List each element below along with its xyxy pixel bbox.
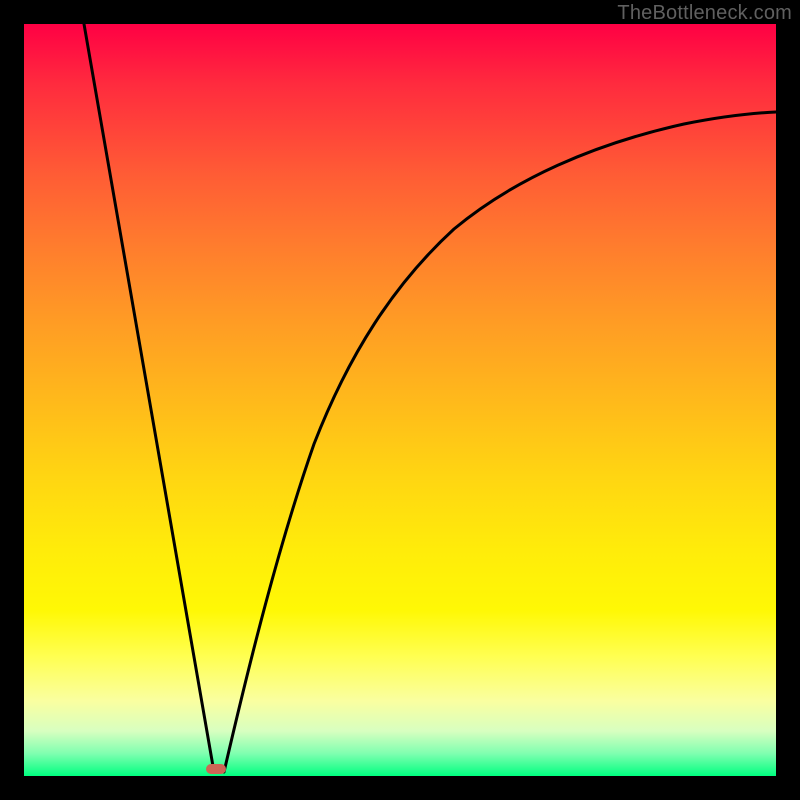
- chart-frame: [24, 24, 776, 776]
- curve-path: [84, 24, 776, 772]
- optimal-marker: [206, 764, 226, 774]
- bottleneck-curve: [24, 24, 776, 776]
- watermark-text: TheBottleneck.com: [617, 2, 792, 25]
